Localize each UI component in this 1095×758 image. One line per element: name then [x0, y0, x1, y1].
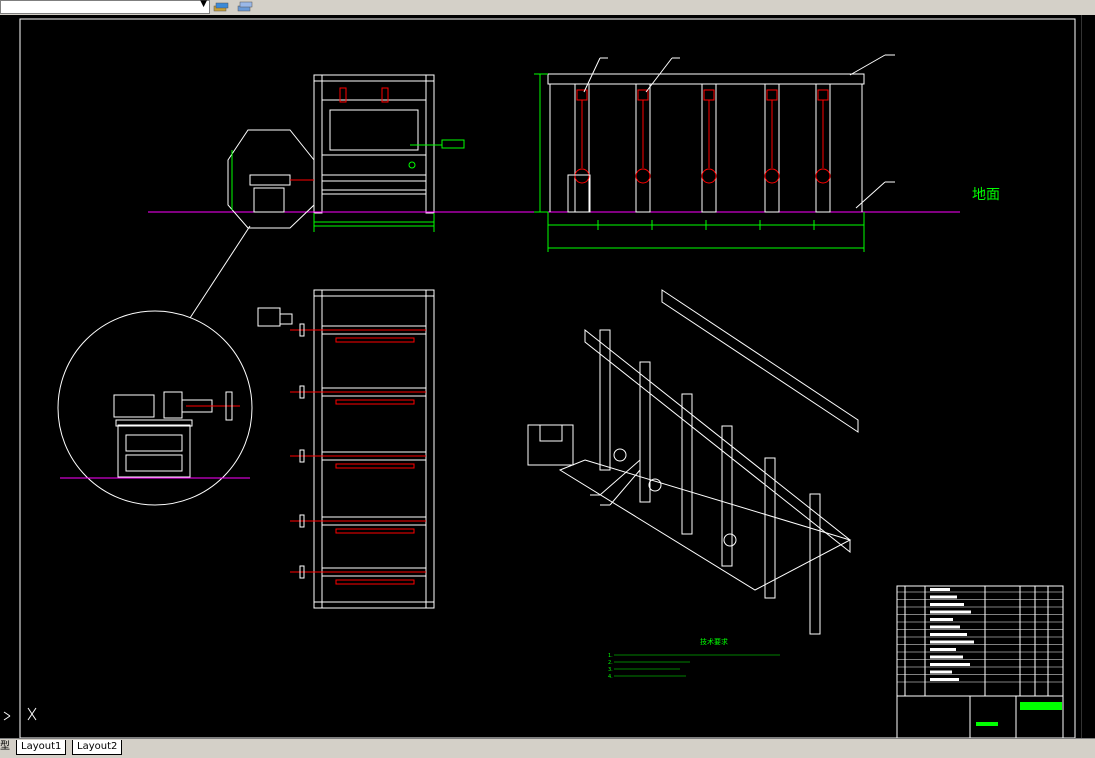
tab-model[interactable]: 型 [0, 740, 10, 754]
layout-tabbar: 型 Layout1 Layout2 [0, 738, 1095, 758]
isometric-view [527, 289, 859, 635]
ground-label: 地面 [972, 187, 1000, 203]
toolbar: ▼ [0, 0, 1095, 16]
note-line-2: 2. [608, 660, 613, 666]
detail-leader [189, 225, 251, 319]
chevron-down-icon[interactable]: ▼ [200, 0, 207, 9]
drawing-canvas[interactable]: 地面 技术要求 1. 2. 3. 4. [0, 15, 1095, 738]
note-line-1: 1. [608, 653, 613, 659]
plan-view [257, 289, 435, 609]
tab-layout1[interactable]: Layout1 [16, 740, 67, 755]
layer-previous-icon[interactable] [236, 0, 254, 13]
tab-layout2[interactable]: Layout2 [72, 740, 123, 755]
front-view [313, 74, 465, 232]
detail-octagon [227, 129, 315, 229]
side-dimensions [534, 73, 865, 252]
note-line-4: 4. [608, 674, 613, 680]
layer-combo[interactable]: ▼ [0, 0, 210, 14]
cad-drawing[interactable]: 地面 技术要求 1. 2. 3. 4. [0, 15, 1095, 738]
vertical-scrollbar[interactable] [1081, 15, 1095, 738]
layer-states-icon[interactable] [212, 0, 230, 13]
notes-title: 技术要求 [700, 637, 728, 646]
side-elevation [547, 54, 895, 213]
note-line-3: 3. [608, 667, 613, 673]
drawing-border [19, 18, 1076, 738]
title-block [896, 585, 1064, 738]
detail-circle [57, 310, 253, 506]
technical-notes: 技术要求 1. 2. 3. 4. [608, 637, 780, 680]
